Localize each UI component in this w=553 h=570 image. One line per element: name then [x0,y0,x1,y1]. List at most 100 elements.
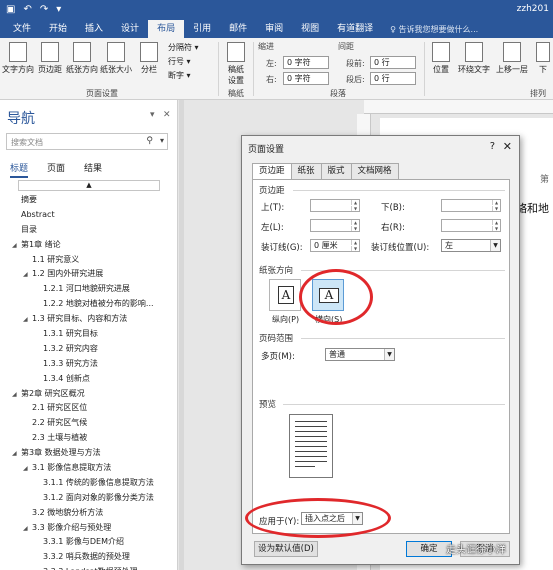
tab-references[interactable]: 引用 [184,20,220,38]
gutter-field[interactable]: 0 厘米 ▲ ▼ [310,239,360,252]
collapse-bar[interactable]: ▲ [18,180,160,191]
nav-tab-pages[interactable]: 页面 [47,161,65,178]
user-name[interactable]: zzh201 [517,4,549,14]
nav-heading-item[interactable]: 1.3.1 研究目标 [0,327,177,342]
tab-margins[interactable]: 页边距 [252,163,292,180]
nav-heading-item[interactable]: 目录 [0,223,177,238]
nav-heading-item[interactable]: 3.1.1 传统的影像信息提取方法 [0,476,177,491]
draft-icon [227,42,245,62]
tab-insert[interactable]: 插入 [76,20,112,38]
tab-layout[interactable]: 布局 [148,20,185,38]
columns-button[interactable]: 分栏 [136,40,162,82]
size-button[interactable]: 纸张大小 [100,40,132,82]
nav-heading-label: 1.1 研究意义 [32,254,80,264]
nav-heading-item[interactable]: 2.3 土壤与植被 [0,431,177,446]
orientation-button[interactable]: 纸张方向 [66,40,98,82]
bring-forward-button[interactable]: 上移一层 [494,40,530,82]
indent-left-label: 左: [266,59,277,68]
nav-heading-item[interactable]: 摘要 [0,193,177,208]
margins-button[interactable]: 页边距 [34,40,66,82]
spacing-after-spinner[interactable]: 0 行 [370,72,416,85]
nav-heading-item[interactable]: 1.3.3 研究方法 [0,357,177,372]
nav-heading-item[interactable]: 3.1.2 面向对象的影像分类方法 [0,491,177,506]
tab-home[interactable]: 开始 [40,20,76,38]
nav-heading-item[interactable]: 1.3.4 创新点 [0,372,177,387]
nav-heading-item[interactable]: ◢ 3.3 影像介绍与预处理 [0,521,177,536]
expand-triangle-icon[interactable]: ◢ [23,462,32,476]
nav-title: 导航 [7,111,35,127]
line-numbers-button[interactable]: 行号 ▾ [168,56,191,67]
tab-design[interactable]: 设计 [112,20,148,38]
close-icon[interactable]: ✕ [503,140,512,153]
tab-document-grid[interactable]: 文档网格 [350,163,399,179]
nav-heading-item[interactable]: ◢ 1.2 国内外研究进展 [0,267,177,282]
position-button[interactable]: 位置 [428,40,454,82]
nav-heading-label: 3.1.1 传统的影像信息提取方法 [43,477,154,487]
undo-icon[interactable]: ↶ [23,4,31,15]
nav-tab-results[interactable]: 结果 [84,161,102,178]
customize-icon[interactable]: ▾ [56,4,61,15]
expand-triangle-icon[interactable]: ◢ [23,522,32,536]
portrait-option[interactable]: A [269,279,301,311]
paragraph-group-label: 段落 [330,89,346,98]
nav-heading-item[interactable]: ◢ 第2章 研究区概况 [0,387,177,402]
expand-triangle-icon[interactable]: ◢ [23,268,32,282]
nav-heading-item[interactable]: 2.1 研究区区位 [0,401,177,416]
orientation-icon [73,42,91,62]
help-icon[interactable]: ? [490,141,495,152]
nav-heading-item[interactable]: 1.2.2 地貌对植被分布的影响... [0,297,177,312]
redo-icon[interactable]: ↷ [40,4,48,15]
nav-heading-item[interactable]: 3.3.2 哨兵数据的预处理 [0,550,177,565]
tab-youdao[interactable]: 有道翻译 [328,20,382,38]
nav-heading-item[interactable]: 1.2.1 河口地貌研究进展 [0,282,177,297]
top-margin-field[interactable]: ▲ ▼ [310,199,360,212]
bottom-margin-field[interactable]: ▲ ▼ [441,199,501,212]
nav-heading-item[interactable]: 2.2 研究区气候 [0,416,177,431]
tab-file[interactable]: 文件 [4,20,40,38]
expand-triangle-icon[interactable]: ◢ [12,239,21,253]
indent-left-spinner[interactable]: 0 字符 [283,56,329,69]
text-direction-button[interactable]: 文字方向 [2,40,34,82]
indent-right-spinner[interactable]: 0 字符 [283,72,329,85]
right-margin-field[interactable]: ▲ ▼ [441,219,501,232]
nav-heading-item[interactable]: 3.2 微地貌分析方法 [0,506,177,521]
breaks-button[interactable]: 分隔符 ▾ [168,42,199,53]
save-icon[interactable]: ▣ [6,4,15,15]
multiple-pages-select[interactable]: 普通 ▼ [325,348,395,361]
hyphenation-button[interactable]: 断字 ▾ [168,70,191,81]
nav-heading-label: 第1章 绪论 [21,239,61,249]
nav-heading-item[interactable]: 1.3.2 研究内容 [0,342,177,357]
tab-layout-options[interactable]: 版式 [320,163,352,179]
nav-heading-item[interactable]: Abstract [0,208,177,223]
watermark: 走头诓徐小洋 [446,545,506,556]
left-margin-field[interactable]: ▲ ▼ [310,219,360,232]
nav-heading-item[interactable]: ◢ 1.3 研究目标、内容和方法 [0,312,177,327]
set-default-button[interactable]: 设为默认值(D) [254,541,318,557]
nav-close-icon[interactable]: ✕ [163,110,171,120]
tab-review[interactable]: 审阅 [256,20,292,38]
expand-triangle-icon[interactable]: ◢ [23,313,32,327]
tab-mailings[interactable]: 邮件 [220,20,256,38]
nav-heading-item[interactable]: 1.1 研究意义 [0,253,177,268]
nav-heading-item[interactable]: ◢ 第1章 绪论 [0,238,177,253]
nav-tab-headings[interactable]: 标题 [10,161,29,178]
nav-heading-item[interactable]: 3.3.3 Landsat数据预处理 [0,565,177,570]
send-backward-button[interactable]: 下 [534,40,552,82]
tell-me-box[interactable]: ♀ 告诉我您想要做什么... [390,24,478,35]
nav-options-icon[interactable]: ▾ [150,110,155,120]
spacing-before-spinner[interactable]: 0 行 [370,56,416,69]
search-icon[interactable]: ⚲ [146,136,153,146]
expand-triangle-icon[interactable]: ◢ [12,447,21,461]
nav-heading-item[interactable]: ◢ 第3章 数据处理与方法 [0,446,177,461]
nav-heading-item[interactable]: 3.3.1 影像与DEM介绍 [0,535,177,550]
chevron-down-icon[interactable]: ▾ [160,136,164,145]
draft-settings-button[interactable]: 稿纸 设置 [222,40,250,85]
nav-heading-item[interactable]: ◢ 3.1 影像信息提取方法 [0,461,177,476]
tab-view[interactable]: 视图 [292,20,328,38]
wrap-text-button[interactable]: 环绕文字 [456,40,492,82]
expand-triangle-icon[interactable]: ◢ [12,388,21,402]
gutter-position-select[interactable]: 左 ▼ [441,239,501,252]
search-input[interactable]: 搜索文档 ⚲ ▾ [6,133,168,150]
scrollbar[interactable] [179,100,184,570]
tab-paper[interactable]: 纸张 [290,163,322,179]
